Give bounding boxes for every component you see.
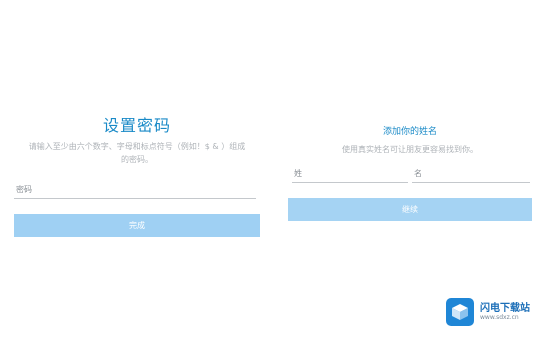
set-password-title: 设置密码 [102,116,171,135]
watermark-title: 闪电下载站 [480,303,530,314]
given-name-label: 名 [414,169,422,178]
add-name-panel: 添加你的姓名 使用真实姓名可让朋友更容易找到你。 姓 名 继续 [288,120,532,225]
box-logo-icon [446,298,474,326]
given-name-field[interactable]: 名 [412,166,530,183]
surname-field[interactable]: 姓 [292,166,408,183]
set-password-description: 请输入至少由六个数字、字母和标点符号（例如！$ & ）组成的密码。 [28,142,246,164]
watermark: 闪电下载站 www.sdxz.cn [446,298,538,326]
add-name-title: 添加你的姓名 [382,127,437,137]
continue-button[interactable]: 继续 [288,198,532,221]
finish-button[interactable]: 完成 [14,214,260,237]
given-name-input[interactable] [426,166,528,181]
password-field[interactable]: 密码 [14,182,256,199]
surname-label: 姓 [294,169,302,178]
surname-input[interactable] [306,166,406,181]
set-password-panel: 设置密码 请输入至少由六个数字、字母和标点符号（例如！$ & ）组成的密码。 密… [14,110,260,240]
password-label: 密码 [16,185,32,194]
watermark-url: www.sdxz.cn [480,314,519,321]
add-name-description: 使用真实姓名可让朋友更容易找到你。 [342,145,478,154]
password-input[interactable] [38,182,252,197]
